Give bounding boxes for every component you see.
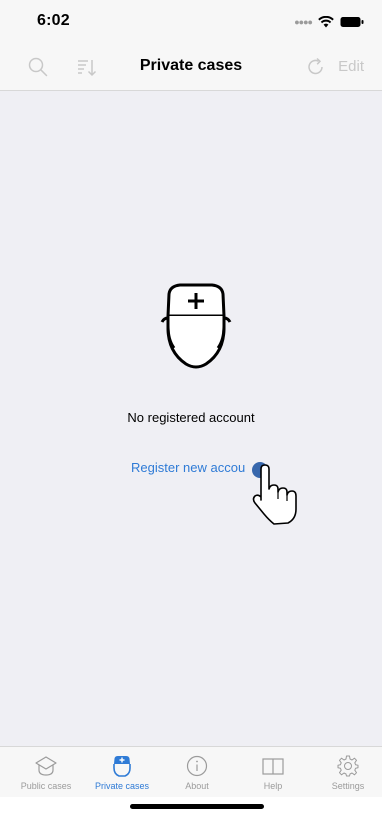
book-icon [262,758,284,775]
tab-label: Private cases [94,781,150,791]
edit-button[interactable]: Edit [338,58,364,75]
navigation-bar: Private cases Edit [0,44,382,91]
nurse-icon [113,756,131,777]
status-bar: 6:02 ●●●● [0,0,382,44]
register-new-account-link[interactable]: Register new accou [131,460,245,475]
status-time: 6:02 [37,12,70,29]
tab-private-cases[interactable]: Private cases [84,747,160,797]
tab-label: Public cases [20,781,72,791]
tab-help[interactable]: Help [235,747,311,797]
tab-public-cases[interactable]: Public cases [8,747,84,797]
mortarboard-icon [35,756,57,776]
refresh-icon[interactable] [305,56,327,78]
pointing-hand-icon [252,464,297,525]
info-icon [186,755,208,777]
empty-state-message: No registered account [127,410,255,425]
tab-settings[interactable]: Settings [310,747,382,797]
battery-icon [340,17,364,27]
status-indicators: ●●●● [294,16,364,28]
tab-label: About [185,781,209,791]
cellular-signal-icon: ●●●● [294,17,313,27]
tab-label: Help [263,781,283,791]
gear-icon [337,755,359,777]
tab-bar: Public cases Private cases About Help Se… [0,746,382,797]
home-indicator[interactable] [130,804,264,809]
tab-label: Settings [331,781,365,791]
tab-about[interactable]: About [159,747,235,797]
nurse-avatar-icon [160,283,232,369]
wifi-icon [318,16,334,28]
